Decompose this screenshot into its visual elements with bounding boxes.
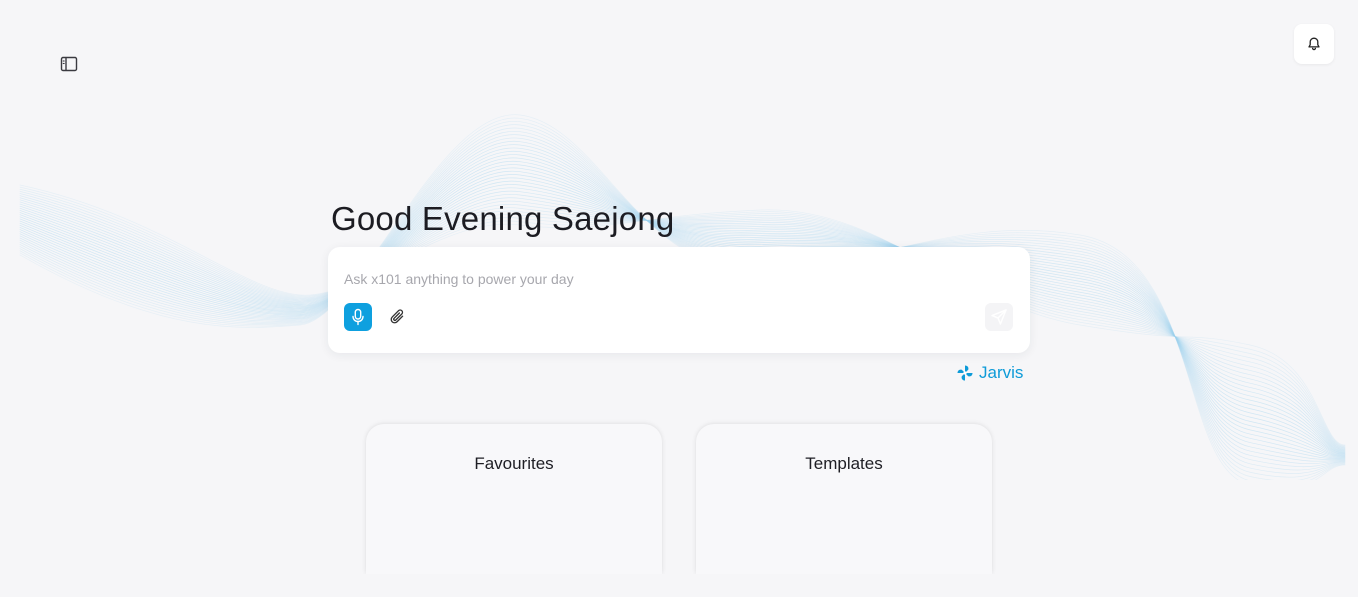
send-button[interactable] [985, 303, 1013, 331]
send-icon [991, 309, 1007, 325]
agent-selector[interactable]: Jarvis [956, 362, 1023, 384]
favourites-title: Favourites [474, 454, 554, 473]
favourites-panel: Favourites [366, 424, 662, 574]
greeting-heading: Good Evening Saejong [331, 200, 675, 237]
sidebar-toggle-icon [60, 56, 78, 72]
agent-name: Jarvis [979, 363, 1024, 382]
prompt-composer [328, 247, 1030, 353]
microphone-icon [352, 308, 364, 326]
pinwheel-icon [957, 365, 973, 381]
home-page: Good Evening Saejong Ask x101 anything t… [0, 0, 1358, 597]
notifications-button[interactable] [1294, 24, 1334, 64]
voice-input-button[interactable] [344, 303, 372, 331]
paperclip-icon [390, 309, 404, 324]
attach-file-button[interactable] [386, 303, 410, 331]
sidebar-toggle-button[interactable] [58, 54, 80, 74]
bell-icon [1308, 37, 1320, 51]
bottom-edge [0, 574, 1358, 597]
templates-title: Templates [805, 454, 883, 473]
prompt-input[interactable] [344, 269, 984, 289]
templates-panel: Templates [696, 424, 992, 574]
